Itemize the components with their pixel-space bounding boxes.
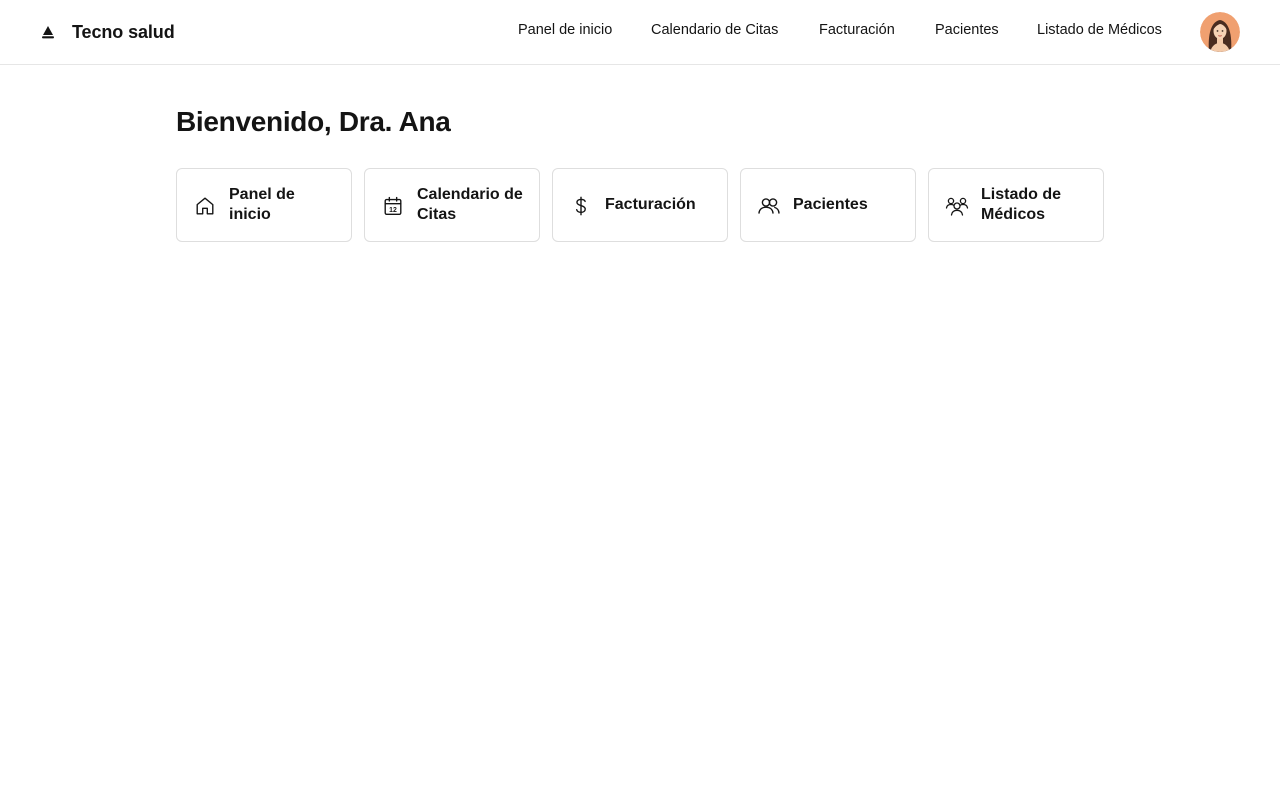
- nav-link-listado-de-medicos[interactable]: Listado de Médicos: [1037, 22, 1162, 42]
- users-icon: [757, 194, 781, 218]
- avatar-image: [1200, 12, 1240, 52]
- page-title-greeting: Bienvenido, Dra. Ana: [176, 106, 451, 137]
- card-calendario-de-citas[interactable]: 12 Calendario de Citas: [364, 168, 540, 242]
- calendar-icon-date: 12: [389, 207, 397, 214]
- card-panel-de-inicio[interactable]: Panel de inicio: [176, 168, 352, 242]
- card-listado-de-medicos[interactable]: Listado de Médicos: [928, 168, 1104, 242]
- card-label: Facturación: [605, 196, 696, 213]
- triangle-logo-icon: [39, 23, 57, 41]
- dollar-icon: [569, 194, 593, 218]
- card-label: Listado de Médicos: [981, 186, 1062, 223]
- home-icon: [193, 194, 217, 218]
- doctors-group-icon: [945, 194, 969, 218]
- calendar-icon: 12: [381, 194, 405, 218]
- card-pacientes[interactable]: Pacientes: [740, 168, 916, 242]
- brand[interactable]: Tecno salud: [39, 20, 175, 44]
- card-facturacion[interactable]: Facturación: [552, 168, 728, 242]
- top-navigation-bar: Tecno salud Panel de inicio Calendario d…: [0, 0, 1280, 65]
- nav-link-calendario-de-citas[interactable]: Calendario de Citas: [651, 22, 778, 42]
- card-label: Calendario de Citas: [417, 186, 523, 223]
- nav-link-facturacion[interactable]: Facturación: [819, 22, 895, 42]
- nav-link-panel-de-inicio[interactable]: Panel de inicio: [518, 22, 612, 42]
- brand-name: Tecno salud: [72, 21, 175, 42]
- card-label: Pacientes: [793, 196, 868, 213]
- card-label: Panel de inicio: [229, 186, 295, 223]
- user-avatar[interactable]: [1200, 12, 1240, 52]
- nav-link-pacientes[interactable]: Pacientes: [935, 22, 999, 42]
